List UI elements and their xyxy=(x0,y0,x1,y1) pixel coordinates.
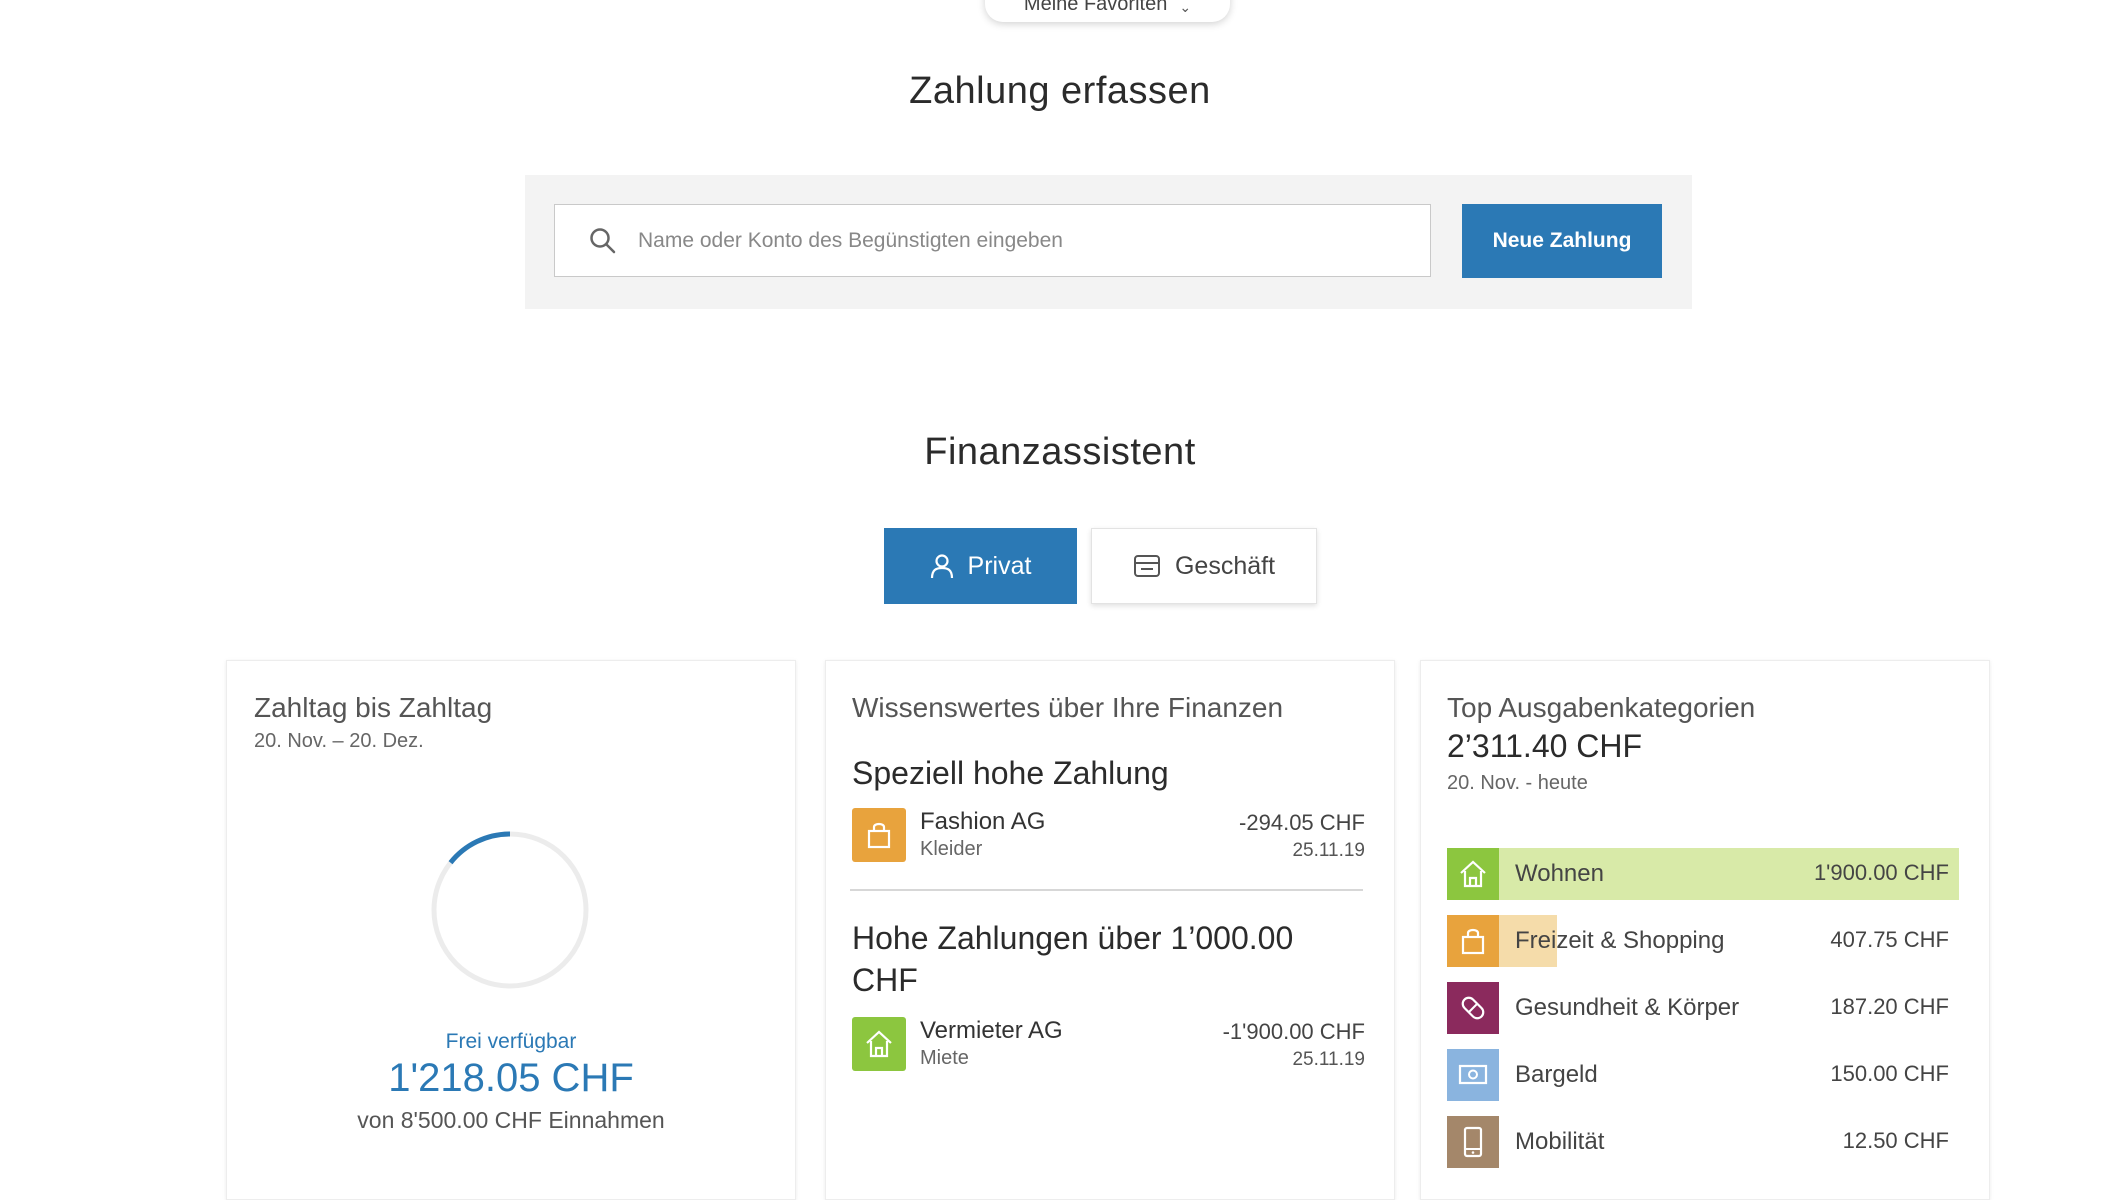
category-value: 187.20 CHF xyxy=(1830,994,1949,1019)
bandage-icon xyxy=(1447,982,1499,1034)
income-total-text: von 8'500.00 CHF Einnahmen xyxy=(357,1107,665,1133)
beneficiary-search-input[interactable] xyxy=(636,227,1400,254)
transaction-name: Vermieter AG xyxy=(920,1017,1063,1044)
category-row-bargeld[interactable]: Bargeld 150.00 CHF xyxy=(1447,1049,1959,1101)
insight-high-payments-heading: Hohe Zahlungen über 1’000.00 CHF xyxy=(852,920,1294,998)
chevron-down-icon: ⌄ xyxy=(1179,0,1192,15)
search-icon xyxy=(590,227,616,253)
beneficiary-search-field[interactable] xyxy=(554,204,1431,277)
transaction-amount: -294.05 CHF xyxy=(1239,810,1365,835)
payday-card-period: 20. Nov. – 20. Dez. xyxy=(254,730,424,752)
category-row-wohnen[interactable]: Wohnen 1'900.00 CHF xyxy=(1447,848,1959,900)
category-label: Wohnen xyxy=(1515,860,1604,887)
tab-private[interactable]: Privat xyxy=(884,528,1077,604)
transaction-date: 25.11.19 xyxy=(1292,840,1365,861)
person-icon xyxy=(930,554,953,579)
insight-special-heading: Speziell hohe Zahlung xyxy=(852,755,1169,791)
category-label: Mobilität xyxy=(1515,1128,1605,1155)
banknote-icon xyxy=(1447,1049,1499,1101)
category-label: Gesundheit & Körper xyxy=(1515,994,1740,1021)
transaction-category: Kleider xyxy=(920,838,983,860)
house-icon xyxy=(852,1017,906,1071)
free-available-label: Frei verfügbar xyxy=(445,1030,577,1053)
insights-card-title: Wissenswertes über Ihre Finanzen xyxy=(852,692,1284,723)
top-categories-total: 2’311.40 CHF xyxy=(1447,728,1643,764)
tab-business-label: Geschäft xyxy=(1174,551,1276,580)
house-icon xyxy=(1447,848,1499,900)
available-budget-ring xyxy=(431,831,589,989)
top-categories-period: 20. Nov. - heute xyxy=(1447,772,1588,794)
new-payment-button[interactable]: Neue Zahlung xyxy=(1462,204,1662,278)
tab-business[interactable]: Geschäft xyxy=(1091,528,1317,604)
free-available-amount: 1'218.05 CHF xyxy=(388,1056,634,1100)
transaction-category: Miete xyxy=(920,1047,969,1069)
phone-icon xyxy=(1447,1116,1499,1168)
category-value: 12.50 CHF xyxy=(1842,1128,1949,1153)
available-budget-arc xyxy=(448,831,511,865)
favorites-label: Meine Favoriten xyxy=(1023,0,1168,15)
category-row-gesundheit[interactable]: Gesundheit & Körper 187.20 CHF xyxy=(1447,982,1959,1034)
payment-section-title: Zahlung erfassen xyxy=(909,70,1211,112)
category-label: Bargeld xyxy=(1515,1061,1598,1088)
shopping-bag-icon xyxy=(1447,915,1499,967)
shopping-bag-icon xyxy=(852,808,906,862)
category-label: Freizeit & Shopping xyxy=(1515,927,1725,954)
category-value: 1'900.00 CHF xyxy=(1813,860,1949,885)
tab-private-label: Privat xyxy=(967,551,1032,580)
top-categories-title: Top Ausgabenkategorien xyxy=(1447,692,1756,723)
payday-card-title: Zahltag bis Zahltag xyxy=(254,692,493,723)
favorites-dropdown[interactable]: Meine Favoriten ⌄ xyxy=(985,0,1230,22)
transaction-fashion-ag[interactable]: Fashion AG Kleider -294.05 CHF 25.11.19 xyxy=(852,808,1365,868)
transaction-date: 25.11.19 xyxy=(1292,1049,1365,1070)
category-row-freizeit-shopping[interactable]: Freizeit & Shopping 407.75 CHF xyxy=(1447,915,1959,967)
category-value: 407.75 CHF xyxy=(1830,927,1949,952)
category-row-mobilitaet[interactable]: Mobilität 12.50 CHF xyxy=(1447,1116,1959,1168)
store-icon xyxy=(1133,555,1160,577)
divider xyxy=(850,889,1363,891)
transaction-name: Fashion AG xyxy=(920,808,1046,835)
transaction-vermieter-ag[interactable]: Vermieter AG Miete -1'900.00 CHF 25.11.1… xyxy=(852,1017,1365,1077)
assistant-section-title: Finanzassistent xyxy=(924,431,1196,473)
category-value: 150.00 CHF xyxy=(1830,1061,1949,1086)
transaction-amount: -1'900.00 CHF xyxy=(1222,1019,1365,1044)
